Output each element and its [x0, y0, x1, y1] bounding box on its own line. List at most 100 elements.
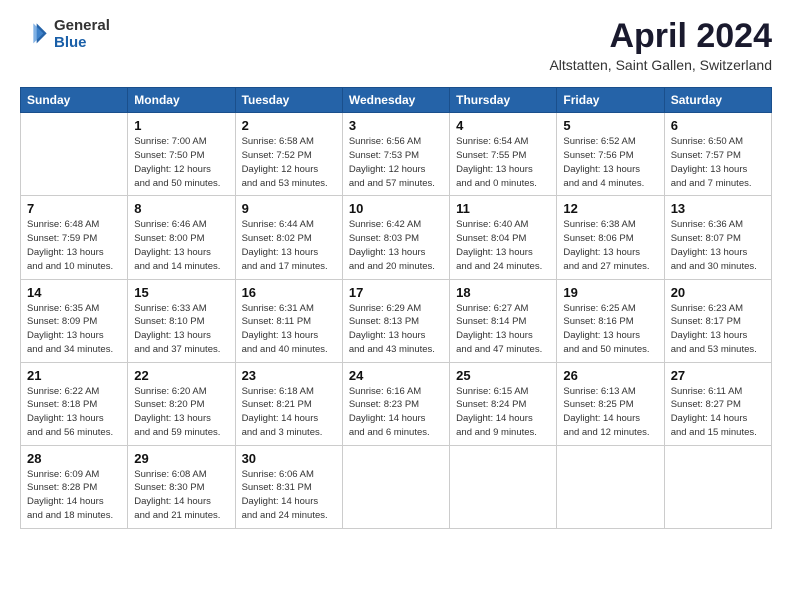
- sunset-text: Sunset: 7:56 PM: [563, 150, 633, 161]
- daylight-hours: Daylight: 13 hours: [349, 247, 426, 258]
- day-number: 28: [27, 451, 121, 466]
- logo-general: General: [54, 18, 110, 35]
- sunrise-text: Sunrise: 6:08 AM: [134, 469, 206, 480]
- daylight-hours: Daylight: 13 hours: [242, 330, 319, 341]
- cell-info: Sunrise: 6:50 AMSunset: 7:57 PMDaylight:…: [671, 135, 765, 190]
- daylight-hours: Daylight: 14 hours: [134, 496, 211, 507]
- cell-info: Sunrise: 6:22 AMSunset: 8:18 PMDaylight:…: [27, 385, 121, 440]
- daylight-minutes: and and 17 minutes.: [242, 261, 328, 272]
- sunrise-text: Sunrise: 6:16 AM: [349, 386, 421, 397]
- sunrise-text: Sunrise: 6:18 AM: [242, 386, 314, 397]
- daylight-minutes: and and 30 minutes.: [671, 261, 757, 272]
- day-number: 12: [563, 201, 657, 216]
- sunset-text: Sunset: 8:10 PM: [134, 316, 204, 327]
- daylight-minutes: and and 12 minutes.: [563, 427, 649, 438]
- table-row: 18Sunrise: 6:27 AMSunset: 8:14 PMDayligh…: [450, 279, 557, 362]
- cell-info: Sunrise: 6:29 AMSunset: 8:13 PMDaylight:…: [349, 302, 443, 357]
- cell-info: Sunrise: 6:13 AM Sunset: 8:25 PM Daylight:…: [563, 385, 657, 440]
- sunrise-text: Sunrise: 6:13 AM: [563, 386, 635, 397]
- calendar-table: Sunday Monday Tuesday Wednesday Thursday…: [20, 87, 772, 528]
- sunset-text: Sunset: 8:02 PM: [242, 233, 312, 244]
- table-row: [342, 445, 449, 528]
- calendar-week-row: 7Sunrise: 6:48 AMSunset: 7:59 PMDaylight…: [21, 196, 772, 279]
- sunset-text: Sunset: 8:11 PM: [242, 316, 312, 327]
- calendar-week-row: 28Sunrise: 6:09 AMSunset: 8:28 PMDayligh…: [21, 445, 772, 528]
- table-row: 24Sunrise: 6:16 AMSunset: 8:23 PMDayligh…: [342, 362, 449, 445]
- table-row: 7Sunrise: 6:48 AMSunset: 7:59 PMDaylight…: [21, 196, 128, 279]
- sunset-text: Sunset: 8:21 PM: [242, 399, 312, 410]
- header-friday: Friday: [557, 88, 664, 113]
- daylight-hours: Daylight: 13 hours: [456, 164, 533, 175]
- daylight-hours: Daylight: 14 hours: [349, 413, 426, 424]
- cell-info: Sunrise: 6:27 AMSunset: 8:14 PMDaylight:…: [456, 302, 550, 357]
- daylight-minutes: and and 18 minutes.: [27, 510, 113, 521]
- sunset-text: Sunset: 8:03 PM: [349, 233, 419, 244]
- sunset-text: Sunset: 8:27 PM: [671, 399, 741, 410]
- daylight-hours: Daylight: 13 hours: [134, 413, 211, 424]
- cell-info: Sunrise: 6:54 AMSunset: 7:55 PMDaylight:…: [456, 135, 550, 190]
- sunrise-text: Sunrise: 7:00 AM: [134, 136, 206, 147]
- sunset-text: Sunset: 7:57 PM: [671, 150, 741, 161]
- sunset-text: Sunset: 8:20 PM: [134, 399, 204, 410]
- daylight-hours: Daylight: 13 hours: [27, 247, 104, 258]
- sunrise-text: Sunrise: 6:09 AM: [27, 469, 99, 480]
- daylight-hours: Daylight: 13 hours: [27, 330, 104, 341]
- daylight-minutes: and and 50 minutes.: [563, 344, 649, 355]
- daylight-hours: Daylight: 14 hours: [563, 413, 640, 424]
- day-number: 2: [242, 118, 336, 133]
- page: General Blue April 2024 Altstatten, Sain…: [0, 0, 792, 545]
- sunrise-text: Sunrise: 6:48 AM: [27, 219, 99, 230]
- sunset-text: Sunset: 7:50 PM: [134, 150, 204, 161]
- daylight-minutes: and and 24 minutes.: [242, 510, 328, 521]
- cell-info: Sunrise: 6:46 AMSunset: 8:00 PMDaylight:…: [134, 218, 228, 273]
- logo-icon: [20, 20, 50, 50]
- table-row: 10 Sunrise: 6:42 AM Sunset: 8:03 PM Dayligh…: [342, 196, 449, 279]
- cell-info: Sunrise: 6:44 AMSunset: 8:02 PMDaylight:…: [242, 218, 336, 273]
- day-number: 10: [349, 201, 443, 216]
- table-row: 2Sunrise: 6:58 AMSunset: 7:52 PMDaylight…: [235, 113, 342, 196]
- day-number: 1: [134, 118, 228, 133]
- daylight-hours: Daylight: 13 hours: [563, 330, 640, 341]
- daylight-minutes: and and 59 minutes.: [134, 427, 220, 438]
- daylight-minutes: and and 24 minutes.: [456, 261, 542, 272]
- daylight-hours: Daylight: 13 hours: [134, 247, 211, 258]
- day-number: 24: [349, 368, 443, 383]
- header-tuesday: Tuesday: [235, 88, 342, 113]
- sunset-text: Sunset: 8:09 PM: [27, 316, 97, 327]
- cell-info: Sunrise: 6:18 AMSunset: 8:21 PMDaylight:…: [242, 385, 336, 440]
- header-wednesday: Wednesday: [342, 88, 449, 113]
- day-number: 17: [349, 285, 443, 300]
- sunrise-text: Sunrise: 6:42 AM: [349, 219, 421, 230]
- daylight-minutes: and and 40 minutes.: [242, 344, 328, 355]
- daylight-minutes: and and 3 minutes.: [242, 427, 323, 438]
- sunset-text: Sunset: 8:30 PM: [134, 482, 204, 493]
- day-number: 3: [349, 118, 443, 133]
- cell-info: Sunrise: 6:38 AMSunset: 8:06 PMDaylight:…: [563, 218, 657, 273]
- sunset-text: Sunset: 8:06 PM: [563, 233, 633, 244]
- day-number: 29: [134, 451, 228, 466]
- calendar-week-row: 21 Sunrise: 6:22 AMSunset: 8:18 PMDayligh…: [21, 362, 772, 445]
- daylight-minutes: and and 53 minutes.: [671, 344, 757, 355]
- day-number: 5: [563, 118, 657, 133]
- sunset-text: Sunset: 7:53 PM: [349, 150, 419, 161]
- day-number: 21: [27, 368, 121, 383]
- sunset-text: Sunset: 8:16 PM: [563, 316, 633, 327]
- sunrise-text: Sunrise: 6:44 AM: [242, 219, 314, 230]
- daylight-minutes: and and 21 minutes.: [134, 510, 220, 521]
- sunset-text: Sunset: 8:04 PM: [456, 233, 526, 244]
- table-row: 16Sunrise: 6:31 AMSunset: 8:11 PMDayligh…: [235, 279, 342, 362]
- table-row: [557, 445, 664, 528]
- table-row: [450, 445, 557, 528]
- daylight-minutes: and and 6 minutes.: [349, 427, 430, 438]
- sunset-text: Sunset: 8:25 PM: [563, 399, 633, 410]
- sunrise-text: Sunrise: 6:06 AM: [242, 469, 314, 480]
- cell-info: Sunrise: 6:35 AMSunset: 8:09 PMDaylight:…: [27, 302, 121, 357]
- day-number: 19: [563, 285, 657, 300]
- table-row: 1Sunrise: 7:00 AMSunset: 7:50 PMDaylight…: [128, 113, 235, 196]
- calendar-week-row: 14Sunrise: 6:35 AMSunset: 8:09 PMDayligh…: [21, 279, 772, 362]
- daylight-hours: Daylight: 13 hours: [563, 247, 640, 258]
- weekday-header-row: Sunday Monday Tuesday Wednesday Thursday…: [21, 88, 772, 113]
- day-number: 16: [242, 285, 336, 300]
- table-row: 12 Sunrise: 6:38 AMSunset: 8:06 PMDayligh…: [557, 196, 664, 279]
- daylight-hours: Daylight: 12 hours: [349, 164, 426, 175]
